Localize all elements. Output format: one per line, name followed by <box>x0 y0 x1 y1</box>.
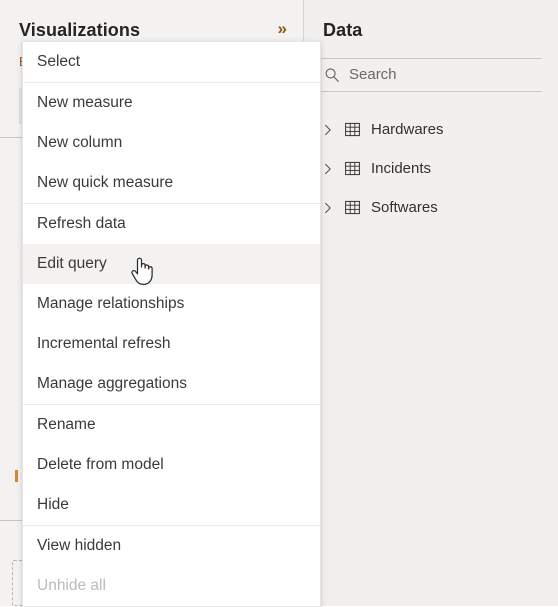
table-icon <box>345 200 360 215</box>
menu-item-manage-aggregations[interactable]: Manage aggregations <box>23 364 320 404</box>
double-chevron-right-icon[interactable]: » <box>278 20 287 38</box>
context-menu: Select New measure New column New quick mea… <box>22 41 321 607</box>
tree-item-label: Softwares <box>371 198 438 216</box>
page-title-visualizations: Visualizations <box>19 20 141 40</box>
chevron-right-icon[interactable] <box>322 163 334 175</box>
tree-item-label: Hardwares <box>371 120 444 138</box>
data-pane: Data Search Hardwares Incidents Software… <box>304 0 558 606</box>
menu-item-hide[interactable]: Hide <box>23 485 320 525</box>
menu-item-incremental-refresh[interactable]: Incremental refresh <box>23 324 320 364</box>
tree-item-softwares[interactable]: Softwares <box>304 188 558 227</box>
tree-item-hardwares[interactable]: Hardwares <box>304 110 558 149</box>
tree-item-incidents[interactable]: Incidents <box>304 149 558 188</box>
menu-item-new-measure[interactable]: New measure <box>23 83 320 123</box>
chevron-right-icon[interactable] <box>322 124 334 136</box>
tree-item-label: Incidents <box>371 159 432 177</box>
page-title-data: Data <box>323 20 363 40</box>
menu-item-unhide-all: Unhide all <box>23 566 320 606</box>
accent-marker <box>15 470 18 482</box>
search-placeholder: Search <box>349 66 397 83</box>
search-icon <box>325 68 339 82</box>
table-icon <box>345 161 360 176</box>
menu-item-select[interactable]: Select <box>23 42 320 82</box>
data-field-tree: Hardwares Incidents Softwares <box>304 110 558 227</box>
menu-item-rename[interactable]: Rename <box>23 405 320 445</box>
menu-item-manage-relationships[interactable]: Manage relationships <box>23 284 320 324</box>
visualizations-pane-header: Visualizations » <box>0 0 303 42</box>
menu-item-refresh-data[interactable]: Refresh data <box>23 204 320 244</box>
menu-item-new-quick-measure[interactable]: New quick measure <box>23 163 320 203</box>
table-icon <box>345 122 360 137</box>
chevron-right-icon[interactable] <box>322 202 334 214</box>
menu-item-edit-query[interactable]: Edit query <box>23 244 320 284</box>
menu-item-new-column[interactable]: New column <box>23 123 320 163</box>
search-input[interactable]: Search <box>320 58 542 92</box>
menu-item-view-hidden[interactable]: View hidden <box>23 526 320 566</box>
menu-item-delete-from-model[interactable]: Delete from model <box>23 445 320 485</box>
